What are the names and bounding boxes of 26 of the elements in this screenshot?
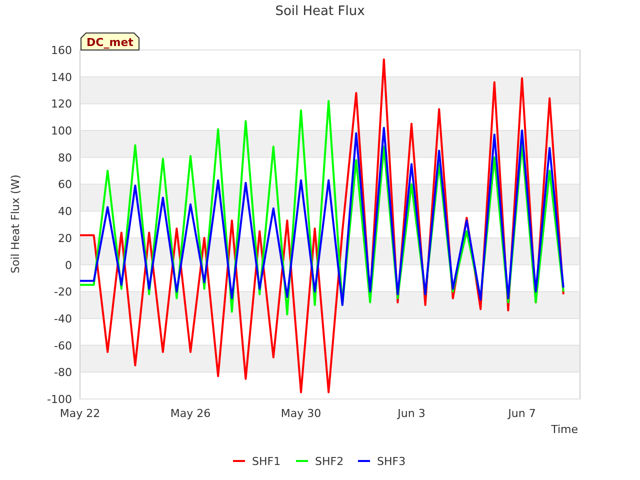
axis-tick-label: -80: [54, 366, 72, 380]
axis-label: Time: [551, 423, 578, 436]
axis-tick-label: May 26: [170, 407, 211, 420]
chart-title: Soil Heat Flux: [275, 4, 365, 19]
axis-tick-label: 20: [58, 232, 72, 245]
axis-tick-label: 160: [51, 44, 72, 57]
axis-tick-label: 120: [51, 98, 72, 111]
axis-tick-label: -20: [54, 286, 72, 299]
axis-tick-label: 140: [51, 70, 72, 84]
axis-tick-label: -100: [47, 393, 72, 406]
axis-tick-label: Jun 3: [398, 407, 426, 420]
axis-label: Soil Heat Flux (W): [9, 174, 22, 274]
legend-label: SHF1: [252, 455, 281, 468]
legend-label: SHF2: [315, 455, 344, 468]
axis-tick-label: -40: [54, 312, 72, 326]
axis-tick-label: Jun 7: [508, 407, 536, 420]
axis-tick-label: 0: [65, 258, 72, 272]
axis-tick-label: May 22: [60, 407, 100, 420]
legend-label: SHF3: [377, 455, 406, 468]
axis-tick-label: May 30: [280, 407, 322, 420]
axis-tick-label: -60: [54, 339, 72, 352]
axis-tick-label: 100: [51, 124, 72, 138]
axis-tick-label: 60: [58, 178, 72, 192]
axis-tick-label: 40: [58, 205, 72, 218]
site-badge: DC_met: [80, 32, 140, 50]
axis-tick-label: 80: [58, 151, 72, 164]
